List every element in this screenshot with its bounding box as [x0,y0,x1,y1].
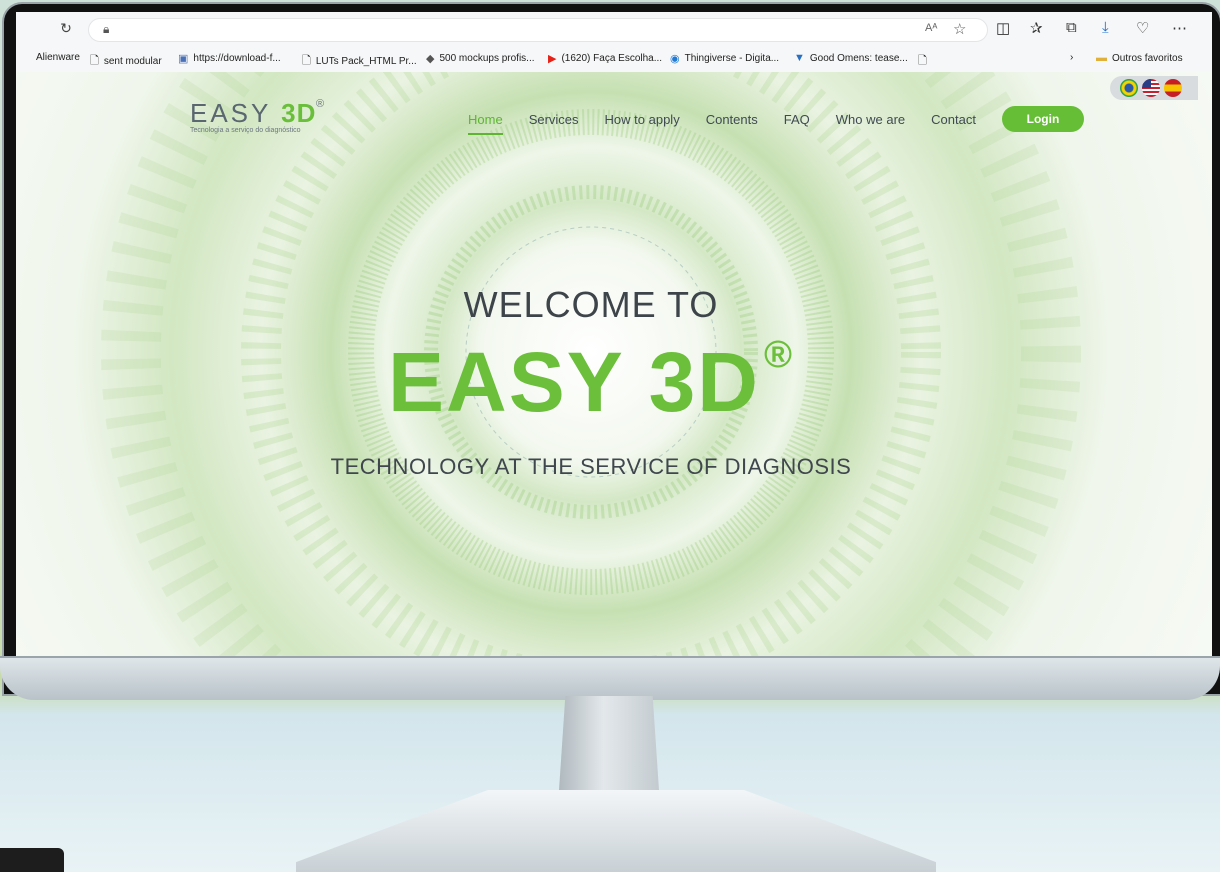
read-aloud-icon[interactable]: Aᴬ [925,22,937,34]
bookmark-label: Alienware [36,52,80,63]
bookmark-item[interactable]: 🗋︎ [918,52,932,71]
main-nav: Home Services How to apply Contents FAQ … [468,106,1084,135]
hero-subtitle: TECHNOLOGY AT THE SERVICE OF DIAGNOSIS [330,454,852,479]
bookmark-label: 500 mockups profis... [439,53,535,64]
hero-section: WELCOME TO EASY 3D ® TECHNOLOGY AT THE SE… [16,284,1166,479]
logo-tagline: Tecnologia a serviço do diagnóstico [190,127,301,134]
usa-flag-icon[interactable] [1142,79,1160,97]
downloads-icon[interactable]: ⤓ [1102,19,1109,36]
bookmark-item[interactable]: ◆ 500 mockups profis... [426,52,535,65]
thingiverse-icon: ◉ [670,53,680,65]
bookmarks-bar: Alienware 🗋︎ sent modular ▣ https://down… [16,46,1212,73]
nav-faq[interactable]: FAQ [784,112,810,127]
lock-icon[interactable]: 🔒︎ [103,22,109,37]
split-screen-icon[interactable]: ◫ [996,19,1010,37]
nav-who-we-are[interactable]: Who we are [836,112,905,127]
bookmark-item[interactable]: ▶ (1620) Faça Escolha... [548,52,662,65]
bookmark-label: sent modular [103,56,162,67]
monitor-chin [0,656,1220,700]
webpage: EASY 3D ® Tecnologia a serviço do diagnó… [16,72,1212,656]
browser-essentials-icon[interactable]: ♡ [1136,19,1149,37]
site-logo[interactable]: EASY 3D ® Tecnologia a serviço do diagnó… [190,98,324,134]
bookmark-item[interactable]: ◉ Thingiverse - Digita... [670,52,779,65]
youtube-icon: ▶ [548,53,557,65]
bookmark-item[interactable]: ▼ Good Omens: tease... [794,52,908,64]
bookmark-label: LUTs Pack_HTML Pr... [315,56,417,67]
bookmark-item[interactable]: 🗋︎ LUTs Pack_HTML Pr... [302,52,417,71]
bookmark-label: Good Omens: tease... [809,52,908,64]
trophy-icon: ▼ [794,52,805,64]
address-input[interactable] [125,21,949,39]
reload-icon[interactable]: ↻ [56,20,76,37]
monitor-stand-base [296,790,936,872]
diamond-icon: ◆ [426,53,435,65]
bookmark-label: https://download-f... [193,53,281,64]
bookmark-label: Thingiverse - Digita... [684,53,780,64]
other-favorites-label: Outros favoritos [1112,52,1183,64]
collections-icon[interactable]: ⧉ [1066,19,1077,36]
favorites-list-icon[interactable]: ✰ [1030,19,1043,37]
browser-toolbar: ↻ 🔒︎ Aᴬ ☆ ◫ ✰ ⧉ ⤓ ♡ ⋯ [16,12,1212,46]
desk-object [0,848,64,872]
bookmark-item[interactable]: 🗋︎ sent modular [90,52,162,71]
spain-flag-icon[interactable] [1164,79,1182,97]
hero-welcome: WELCOME TO [463,284,719,325]
chevron-right-icon[interactable]: › [1070,52,1073,63]
nav-how-to-apply[interactable]: How to apply [605,112,680,127]
more-menu-icon[interactable]: ⋯ [1172,19,1187,37]
bookmark-item[interactable]: Alienware [36,52,80,63]
language-selector [1110,76,1198,100]
nav-home[interactable]: Home [468,112,503,135]
nav-contents[interactable]: Contents [706,112,758,127]
hero-brand: EASY 3D ® [16,334,1166,431]
nav-contact[interactable]: Contact [931,112,976,127]
page-icon: ▣ [178,53,189,65]
favorite-star-icon[interactable]: ☆ [953,20,966,38]
logo-text-accent: 3D [281,98,317,128]
page-icon: 🗋︎ [90,55,99,67]
other-favorites[interactable]: ▬ Outros favoritos [1096,52,1183,64]
nav-services[interactable]: Services [529,112,579,127]
login-button[interactable]: Login [1001,106,1084,132]
hero-brand-text: EASY 3D [388,335,760,429]
address-bar[interactable]: 🔒︎ Aᴬ ☆ [88,18,988,42]
bookmark-item[interactable]: ▣ https://download-f... [178,52,281,65]
bookmark-label: (1620) Faça Escolha... [561,53,663,64]
logo-text-main: EASY [190,98,271,128]
brazil-flag-icon[interactable] [1120,79,1138,97]
monitor-screen: ↻ 🔒︎ Aᴬ ☆ ◫ ✰ ⧉ ⤓ ♡ ⋯ Alienware 🗋︎ sent … [16,12,1212,656]
logo-registered-mark: ® [316,98,325,110]
page-icon: 🗋︎ [302,55,311,67]
hero-registered-mark: ® [763,334,794,376]
page-icon: 🗋︎ [918,55,927,67]
logo-wordmark: EASY 3D [190,100,316,126]
folder-icon: ▬ [1096,52,1107,64]
